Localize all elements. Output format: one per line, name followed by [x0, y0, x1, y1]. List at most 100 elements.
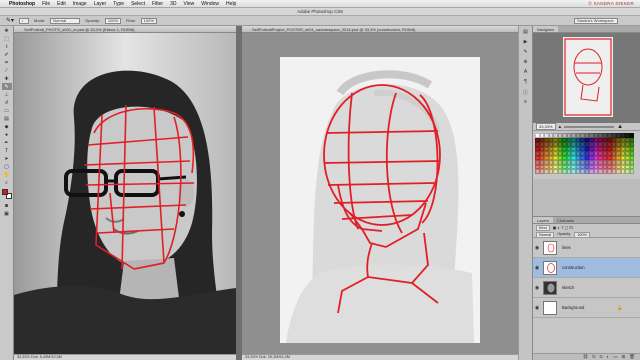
foreground-color[interactable]	[1, 189, 8, 195]
menu-type[interactable]: Type	[113, 1, 124, 7]
menu-view[interactable]: View	[184, 1, 195, 7]
brush-tool-icon[interactable]: ✎	[1, 83, 12, 90]
menu-window[interactable]: Window	[201, 1, 219, 7]
tab-layers[interactable]: Layers	[533, 217, 554, 223]
document-status-drawing: 33,33% Dok: 25,2M/61,0M	[242, 354, 518, 360]
right-panel: Navigator 33,33% ▴ ▲ Layers Channels Kin…	[532, 26, 640, 360]
history-brush-tool-icon[interactable]: ↺	[2, 99, 12, 106]
layer-row-background[interactable]: ◉ Background 🔒	[533, 298, 640, 318]
menu-app[interactable]: Photoshop	[9, 1, 35, 7]
brushes-panel-icon[interactable]: ✎	[522, 49, 530, 56]
quick-mask-icon[interactable]: ◙	[2, 202, 12, 209]
info-panel-icon[interactable]: ⓘ	[522, 89, 530, 96]
layer-thumb	[543, 300, 557, 315]
swatches-panel[interactable]	[533, 131, 640, 179]
menu-file[interactable]: File	[42, 1, 50, 7]
brush-preset-icon[interactable]: ✎▾	[6, 17, 14, 24]
layer-style-icon[interactable]: fx	[592, 354, 596, 360]
filter-icons[interactable]: ▣ ◐ T ▢ ⊡	[553, 225, 573, 231]
drawing-canvas[interactable]	[242, 33, 518, 354]
path-select-tool-icon[interactable]: ➤	[2, 155, 12, 162]
visibility-eye-icon[interactable]: ◉	[533, 265, 541, 271]
navigator-zoom: 33,33% ▴ ▲	[533, 123, 640, 131]
document-tab-drawing[interactable]: SelfPortraitProject_POSTER_s001_sadrawsp…	[242, 26, 518, 33]
navigator-preview[interactable]	[533, 33, 640, 123]
zoom-in-icon[interactable]: ▲	[617, 124, 623, 130]
flow-field[interactable]: 100%	[140, 17, 157, 24]
kind-filter[interactable]: Kind	[536, 225, 550, 231]
document-status-photo: 33,33% Dok: 5,49M/10,9M	[14, 354, 236, 360]
mode-label: Mode:	[34, 18, 46, 23]
screen-mode-icon[interactable]: ▣	[2, 210, 12, 217]
new-group-icon[interactable]: ▭	[613, 354, 617, 360]
hand-tool-icon[interactable]: ✋	[2, 171, 12, 178]
menu-select[interactable]: Select	[131, 1, 145, 7]
add-mask-icon[interactable]: ◘	[600, 354, 603, 360]
character-panel-icon[interactable]: A	[522, 69, 530, 76]
mode-select[interactable]: Normal	[50, 17, 81, 24]
history-panel-icon[interactable]: ▤	[522, 29, 530, 36]
layer-thumb	[543, 240, 557, 255]
opacity-field[interactable]: 100%	[104, 17, 122, 24]
visibility-eye-icon[interactable]: ◉	[533, 285, 541, 291]
eraser-tool-icon[interactable]: ▭	[2, 107, 12, 114]
layer-name: construction	[562, 265, 585, 270]
actions-panel-icon[interactable]: ▶	[522, 39, 530, 46]
menu-layer[interactable]: Layer	[94, 1, 107, 7]
tab-navigator[interactable]: Navigator	[533, 26, 559, 32]
visibility-eye-icon[interactable]: ◉	[533, 305, 541, 311]
lock-icon: 🔒	[617, 304, 623, 310]
healing-tool-icon[interactable]: ✚	[2, 75, 12, 82]
paragraph-panel-icon[interactable]: ¶	[522, 79, 530, 86]
layer-thumb	[543, 260, 557, 275]
lasso-tool-icon[interactable]: ℓ	[2, 43, 12, 50]
pen-tool-icon[interactable]: ✒	[2, 139, 12, 146]
brush-size-picker[interactable]: •	[19, 17, 30, 24]
zoom-slider[interactable]	[564, 125, 615, 128]
layer-row-construction[interactable]: ◉ construction	[533, 258, 640, 278]
dodge-tool-icon[interactable]: ●	[2, 131, 12, 138]
layers-tabs: Layers Channels	[533, 217, 640, 224]
gradient-tool-icon[interactable]: ▤	[2, 115, 12, 122]
menu-filter[interactable]: Filter	[152, 1, 163, 7]
adjustment-layer-icon[interactable]: ◐	[607, 354, 610, 360]
tools-panel: ✥ ⬚ ℓ ✐ ⌗ ⁄ ✚ ✎ ⊥ ↺ ▭ ▤ ◆ ● ✒ T ➤ ▢ ✋ ⌕ …	[0, 26, 14, 360]
panel-icon-strip: ▤ ▶ ✎ ⊕ A ¶ ⓘ ≡	[518, 26, 532, 360]
workspace-select[interactable]: Sandra's Workspace	[574, 18, 618, 24]
menu-3d[interactable]: 3D	[170, 1, 176, 7]
zoom-out-icon[interactable]: ▴	[559, 124, 562, 130]
layer-row-sketch[interactable]: ◉ sketch	[533, 278, 640, 298]
zoom-value[interactable]: 33,33%	[536, 123, 556, 130]
document-tab-photo[interactable]: SelfPortrait_PHOTO_s001_cr.psd @ 33,3% (…	[14, 26, 236, 33]
zoom-tool-icon[interactable]: ⌕	[2, 179, 12, 186]
type-tool-icon[interactable]: T	[2, 147, 12, 154]
flow-label: Flow:	[126, 18, 136, 23]
link-layers-icon[interactable]: ⛓	[583, 354, 589, 360]
tab-channels[interactable]: Channels	[553, 217, 578, 223]
blur-tool-icon[interactable]: ◆	[2, 123, 12, 130]
eyedropper-tool-icon[interactable]: ⁄	[2, 67, 12, 74]
menu-help[interactable]: Help	[226, 1, 236, 7]
clone-source-icon[interactable]: ⊕	[522, 59, 530, 66]
menu-edit[interactable]: Edit	[57, 1, 66, 7]
layer-row-lines[interactable]: ◉ lines	[533, 238, 640, 258]
menu-image[interactable]: Image	[73, 1, 87, 7]
marquee-tool-icon[interactable]: ⬚	[2, 35, 12, 42]
properties-panel-icon[interactable]: ≡	[522, 99, 530, 106]
shape-tool-icon[interactable]: ▢	[2, 163, 12, 170]
new-layer-icon[interactable]: ⊞	[622, 354, 626, 360]
color-swatches[interactable]	[1, 189, 12, 199]
layer-name: lines	[562, 245, 571, 250]
photo-canvas[interactable]	[14, 33, 236, 354]
move-tool-icon[interactable]: ✥	[2, 27, 12, 34]
layers-panel: Layers Channels Kind ▣ ◐ T ▢ ⊡ Normal Op…	[533, 216, 640, 360]
document-window-drawing: SelfPortraitProject_POSTER_s001_sadrawsp…	[242, 26, 518, 360]
crop-tool-icon[interactable]: ⌗	[2, 59, 12, 66]
layer-name: sketch	[562, 285, 575, 290]
menu-bar: Photoshop File Edit Image Layer Type Sel…	[0, 0, 640, 8]
stamp-tool-icon[interactable]: ⊥	[2, 91, 12, 98]
visibility-eye-icon[interactable]: ◉	[533, 245, 541, 251]
trash-icon[interactable]: 🗑	[629, 354, 635, 360]
color-swatch[interactable]	[629, 169, 634, 174]
quick-select-tool-icon[interactable]: ✐	[2, 51, 12, 58]
